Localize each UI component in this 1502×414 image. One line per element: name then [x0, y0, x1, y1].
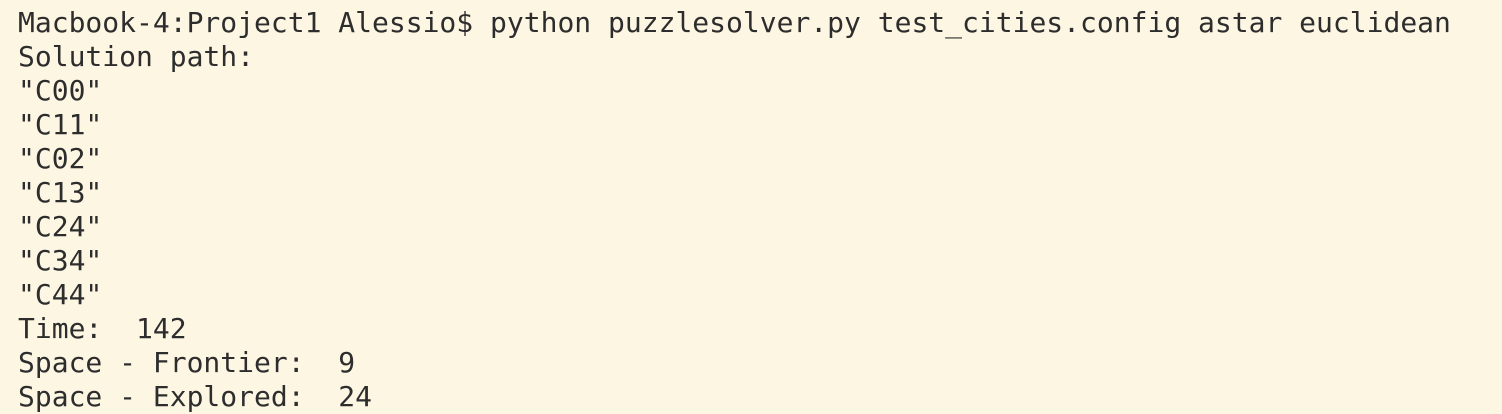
frontier-value: 9: [338, 346, 356, 379]
path-step: "C11": [18, 108, 103, 141]
explored-line: Space - Explored: 24: [18, 380, 1502, 414]
frontier-line: Space - Frontier: 9: [18, 346, 1502, 380]
path-step: "C00": [18, 74, 103, 107]
path-step: "C13": [18, 176, 103, 209]
path-step: "C44": [18, 278, 103, 311]
frontier-label: Space - Frontier:: [18, 346, 305, 379]
explored-label: Space - Explored:: [18, 380, 305, 413]
path-step: "C34": [18, 244, 103, 277]
time-line: Time: 142: [18, 312, 1502, 346]
terminal-window[interactable]: Macbook-4:Project1 Alessio$ python puzzl…: [0, 0, 1502, 414]
command-line: Macbook-4:Project1 Alessio$ python puzzl…: [18, 6, 1502, 40]
path-step: "C24": [18, 210, 103, 243]
time-value: 142: [136, 312, 187, 345]
command-text: python puzzlesolver.py test_cities.confi…: [490, 6, 1451, 39]
path-step: "C02": [18, 142, 103, 175]
explored-value: 24: [338, 380, 373, 413]
shell-prompt: Macbook-4:Project1 Alessio$: [18, 6, 474, 39]
time-label: Time:: [18, 312, 103, 345]
solution-header: Solution path:: [18, 40, 255, 73]
